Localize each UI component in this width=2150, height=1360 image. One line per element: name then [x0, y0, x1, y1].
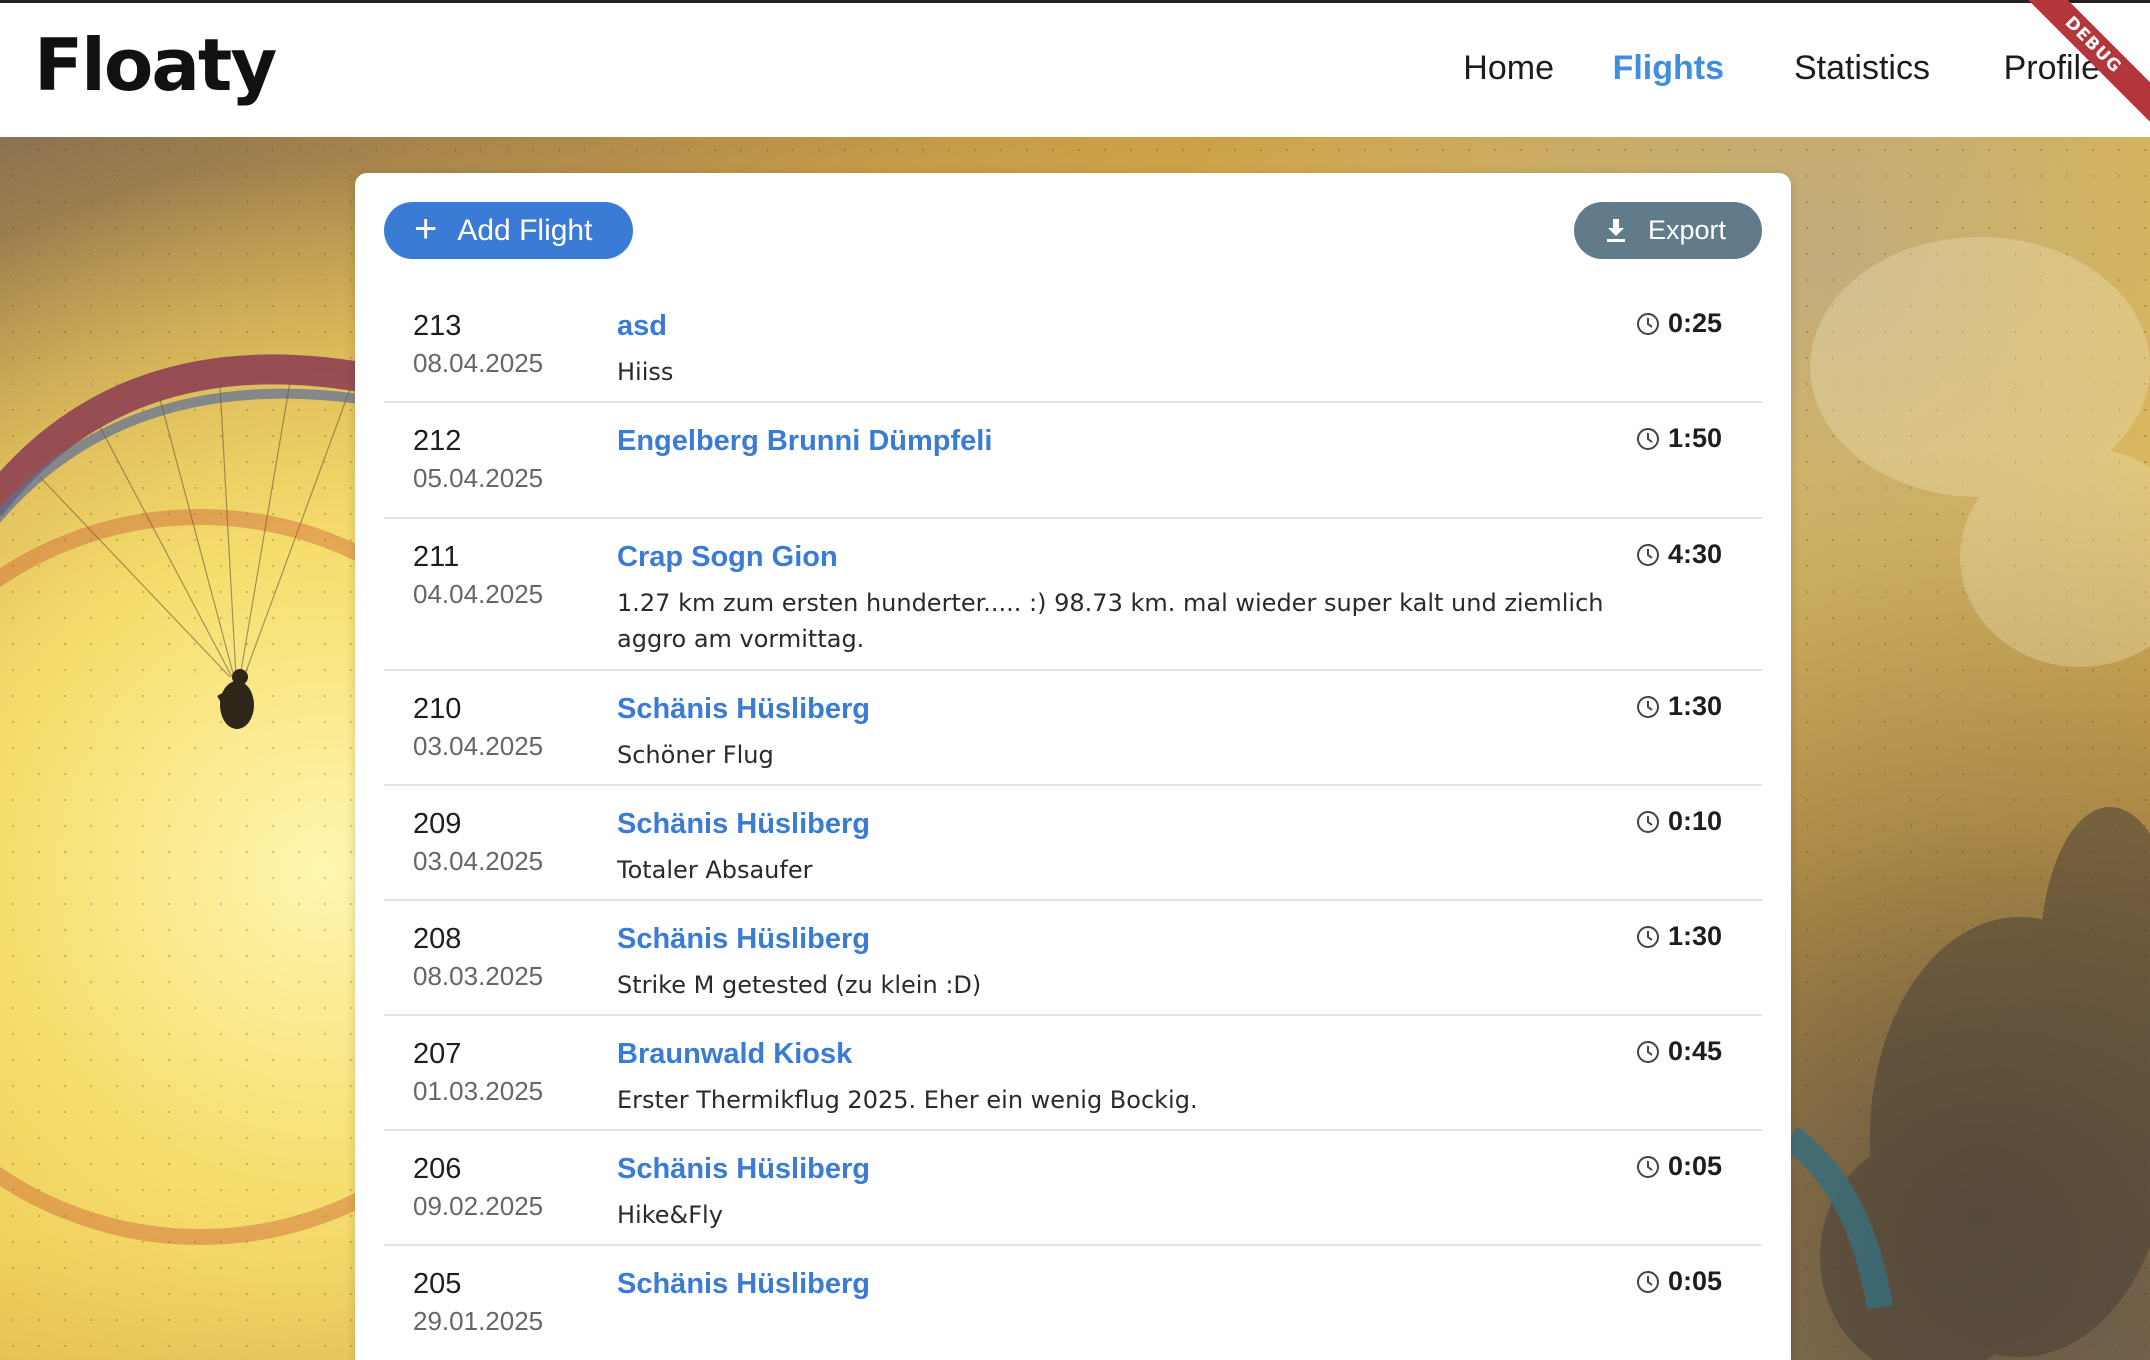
flight-description: Schöner Flug	[617, 741, 774, 769]
flight-duration-value: 0:10	[1668, 806, 1723, 836]
export-button[interactable]: Export	[1574, 202, 1762, 259]
flight-location[interactable]: Schänis Hüsliberg	[617, 808, 870, 841]
flight-date: 01.03.2025	[413, 1076, 544, 1106]
flight-number: 210	[413, 693, 462, 725]
flight-location[interactable]: Schänis Hüsliberg	[617, 923, 870, 956]
flight-duration-value: 1:30	[1668, 921, 1723, 951]
flight-row[interactable]: 207 01.03.2025 Braunwald Kiosk Erster Th…	[384, 1016, 1762, 1131]
flight-date: 05.04.2025	[413, 463, 544, 493]
download-icon	[1607, 218, 1625, 242]
flight-location[interactable]: Crap Sogn Gion	[617, 541, 838, 574]
flight-location[interactable]: Schänis Hüsliberg	[617, 693, 870, 726]
flight-number: 208	[413, 923, 462, 955]
clock-icon	[1637, 1040, 1659, 1063]
app-header: Floaty Home Flights Statistics Profile D…	[0, 0, 2150, 137]
clock-icon	[1637, 1270, 1659, 1293]
flight-date: 04.04.2025	[413, 579, 544, 609]
clock-icon	[1637, 543, 1659, 566]
flight-description: Hiiss	[617, 358, 674, 386]
flight-date: 29.01.2025	[413, 1306, 544, 1336]
flight-duration: 0:25	[1636, 308, 1722, 339]
flight-description: Totaler Absaufer	[617, 856, 813, 884]
flight-duration: 4:30	[1636, 539, 1722, 570]
nav-home[interactable]: Home	[1463, 49, 1554, 88]
flight-row[interactable]: 209 03.04.2025 Schänis Hüsliberg Totaler…	[384, 786, 1762, 901]
flight-duration: 0:05	[1636, 1151, 1722, 1182]
flight-duration-value: 1:30	[1668, 691, 1723, 721]
flight-duration: 0:45	[1636, 1036, 1722, 1067]
nav-statistics[interactable]: Statistics	[1794, 49, 1930, 88]
flight-duration: 0:05	[1636, 1266, 1722, 1297]
flight-duration-value: 0:45	[1668, 1036, 1723, 1066]
flight-row[interactable]: 205 29.01.2025 Schänis Hüsliberg 0:05	[384, 1246, 1762, 1360]
flight-date: 03.04.2025	[413, 846, 544, 876]
clock-icon	[1637, 810, 1659, 833]
flight-number: 212	[413, 425, 462, 457]
flight-date: 09.02.2025	[413, 1191, 544, 1221]
flight-location[interactable]: Schänis Hüsliberg	[617, 1153, 870, 1186]
add-flight-label: Add Flight	[457, 213, 593, 247]
flight-description: Hike&Fly	[617, 1201, 723, 1229]
flight-number: 213	[413, 310, 462, 342]
clock-icon	[1637, 695, 1659, 718]
flight-number: 211	[413, 541, 460, 573]
flight-description: Strike M getested (zu klein :D)	[617, 971, 982, 999]
flight-location[interactable]: asd	[617, 310, 667, 343]
flight-number: 207	[413, 1038, 462, 1070]
flight-number: 209	[413, 808, 462, 840]
flight-duration-value: 4:30	[1668, 539, 1723, 569]
flight-location[interactable]: Schänis Hüsliberg	[617, 1268, 870, 1301]
flight-row[interactable]: 206 09.02.2025 Schänis Hüsliberg Hike&Fl…	[384, 1131, 1762, 1246]
flight-location[interactable]: Engelberg Brunni Dümpfeli	[617, 425, 992, 458]
flight-row[interactable]: 210 03.04.2025 Schänis Hüsliberg Schöner…	[384, 671, 1762, 786]
clock-icon	[1637, 925, 1659, 948]
flight-list: 213 08.04.2025 asd Hiiss 0:25 212 05.04.…	[384, 288, 1762, 1360]
flight-row[interactable]: 212 05.04.2025 Engelberg Brunni Dümpfeli…	[384, 403, 1762, 519]
flight-duration: 1:30	[1636, 691, 1722, 722]
flight-duration: 0:10	[1636, 806, 1722, 837]
flight-row[interactable]: 208 08.03.2025 Schänis Hüsliberg Strike …	[384, 901, 1762, 1016]
flight-duration-value: 0:25	[1668, 308, 1723, 338]
clock-icon	[1637, 427, 1659, 450]
clock-icon	[1637, 1155, 1659, 1178]
flight-description: Erster Thermikflug 2025. Eher ein wenig …	[617, 1086, 1198, 1114]
flight-duration-value: 0:05	[1668, 1151, 1723, 1181]
clock-icon	[1637, 312, 1659, 335]
flight-number: 205	[413, 1268, 462, 1300]
export-label: Export	[1648, 215, 1727, 245]
nav-flights[interactable]: Flights	[1613, 49, 1724, 88]
plus-icon: +	[414, 206, 438, 251]
flight-duration: 1:50	[1636, 423, 1722, 454]
flight-location[interactable]: Braunwald Kiosk	[617, 1038, 852, 1071]
flight-duration-value: 0:05	[1668, 1266, 1723, 1296]
flight-number: 206	[413, 1153, 462, 1185]
flight-date: 08.04.2025	[413, 348, 544, 378]
flight-description: 1.27 km zum ersten hunderter..... :) 98.…	[617, 589, 1604, 653]
flight-duration-value: 1:50	[1668, 423, 1723, 453]
flight-date: 08.03.2025	[413, 961, 544, 991]
add-flight-button[interactable]: + Add Flight	[384, 202, 633, 259]
app-logo[interactable]: Floaty	[34, 29, 277, 101]
flight-row[interactable]: 211 04.04.2025 Crap Sogn Gion 1.27 km zu…	[384, 519, 1762, 671]
flight-date: 03.04.2025	[413, 731, 544, 761]
flight-row[interactable]: 213 08.04.2025 asd Hiiss 0:25	[384, 288, 1762, 403]
flight-duration: 1:30	[1636, 921, 1722, 952]
flights-card: + Add Flight Export 213 08.04.2025 asd H…	[355, 173, 1791, 1360]
